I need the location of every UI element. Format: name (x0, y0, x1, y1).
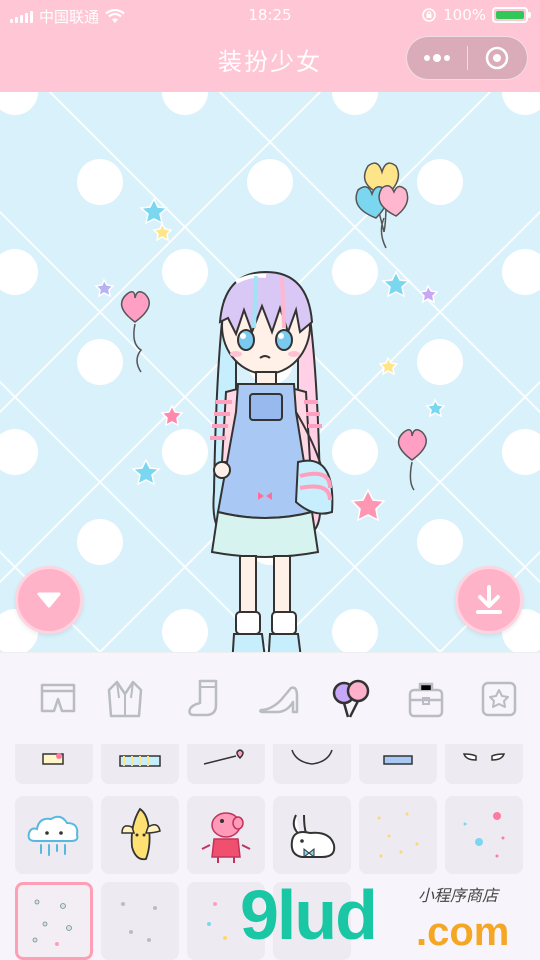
category-tab-bar (0, 652, 540, 744)
banana-icon (121, 807, 161, 861)
status-bar: 中国联通 18:25 100% (0, 0, 540, 30)
high-heel-icon (259, 686, 299, 714)
battery-percent: 100% (443, 6, 486, 24)
tab-balloons[interactable] (326, 673, 378, 725)
item-cell[interactable] (187, 882, 265, 960)
title-bar: 装扮少女 (0, 30, 540, 92)
jacket-icon (107, 680, 143, 718)
girl-character (210, 270, 334, 652)
tab-star[interactable] (473, 673, 525, 725)
item-cell[interactable] (15, 744, 93, 784)
download-button[interactable] (455, 566, 523, 634)
item-cell-sparkles[interactable] (359, 796, 437, 874)
item-cell-peppa[interactable] (187, 796, 265, 874)
item-cell-banana[interactable] (101, 796, 179, 874)
battery-icon (492, 7, 531, 23)
item-cell-cloud[interactable] (15, 796, 93, 874)
tab-sock[interactable] (178, 673, 230, 725)
item-grid (0, 744, 540, 960)
pattern-icon (32, 899, 72, 946)
balloons-icon (332, 679, 370, 718)
dress-up-stage (0, 92, 540, 652)
icecream-pattern-icon (121, 902, 157, 942)
tab-shorts[interactable] (32, 673, 84, 725)
sock-icon (188, 679, 218, 717)
item-cell[interactable] (359, 744, 437, 784)
close-button[interactable] (467, 37, 527, 79)
stripe-item-icon (119, 755, 161, 767)
shorts-icon (40, 683, 76, 713)
angel-wings-item-icon (462, 753, 506, 761)
bunny-item-icon (42, 753, 64, 765)
tab-jacket[interactable] (99, 673, 151, 725)
download-icon (476, 585, 502, 614)
item-cell[interactable] (187, 744, 265, 784)
more-dots-icon (423, 54, 450, 62)
bag-icon (408, 682, 444, 718)
rabbit-icon (290, 814, 336, 859)
wand-item-icon (203, 749, 244, 765)
triangle-down-icon (37, 592, 61, 608)
item-cell[interactable] (273, 744, 351, 784)
flower-pattern-icon (463, 812, 505, 858)
wings-item-icon (291, 749, 333, 765)
dots-pattern-icon (207, 902, 227, 940)
target-circle-icon (485, 46, 509, 70)
star-frame-icon (481, 681, 517, 717)
item-cell[interactable] (101, 744, 179, 784)
orientation-lock-icon (422, 8, 436, 22)
item-cell-selected[interactable] (15, 882, 93, 960)
cloud-icon (27, 815, 79, 856)
crown-item-icon (383, 755, 413, 765)
item-cell-rabbit[interactable] (273, 796, 351, 874)
mini-program-capsule (406, 36, 528, 80)
collapse-button[interactable] (15, 566, 83, 634)
item-cell[interactable] (101, 882, 179, 960)
item-cell-flowers[interactable] (445, 796, 523, 874)
sparkle-pattern-icon (377, 812, 419, 858)
more-button[interactable] (407, 37, 467, 79)
tab-heel[interactable] (253, 673, 305, 725)
peppa-pig-icon (201, 812, 251, 863)
tab-bag[interactable] (400, 673, 452, 725)
item-cell[interactable] (273, 882, 351, 960)
item-cell[interactable] (445, 744, 523, 784)
